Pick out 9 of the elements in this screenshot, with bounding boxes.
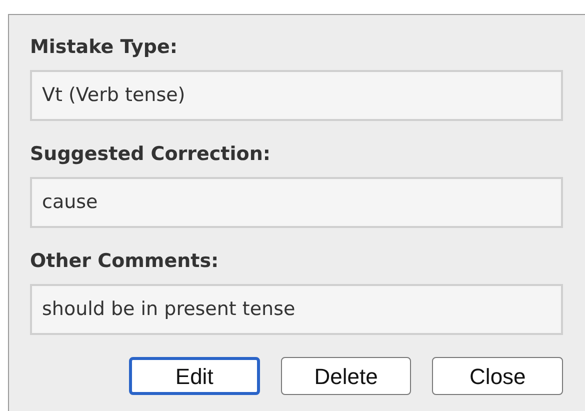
- field-label: Other Comments:: [30, 249, 220, 274]
- value-field: Vt (Verb tense): [30, 70, 563, 121]
- dialog-button[interactable]: Edit: [129, 357, 260, 395]
- value-field: should be in present tense: [30, 284, 563, 335]
- field-label: Suggested Correction:: [30, 142, 272, 167]
- dialog-button[interactable]: Delete: [280, 357, 412, 395]
- field-label: Mistake Type:: [30, 35, 178, 60]
- value-field: cause: [30, 177, 563, 228]
- dialog-button[interactable]: Close: [432, 357, 563, 395]
